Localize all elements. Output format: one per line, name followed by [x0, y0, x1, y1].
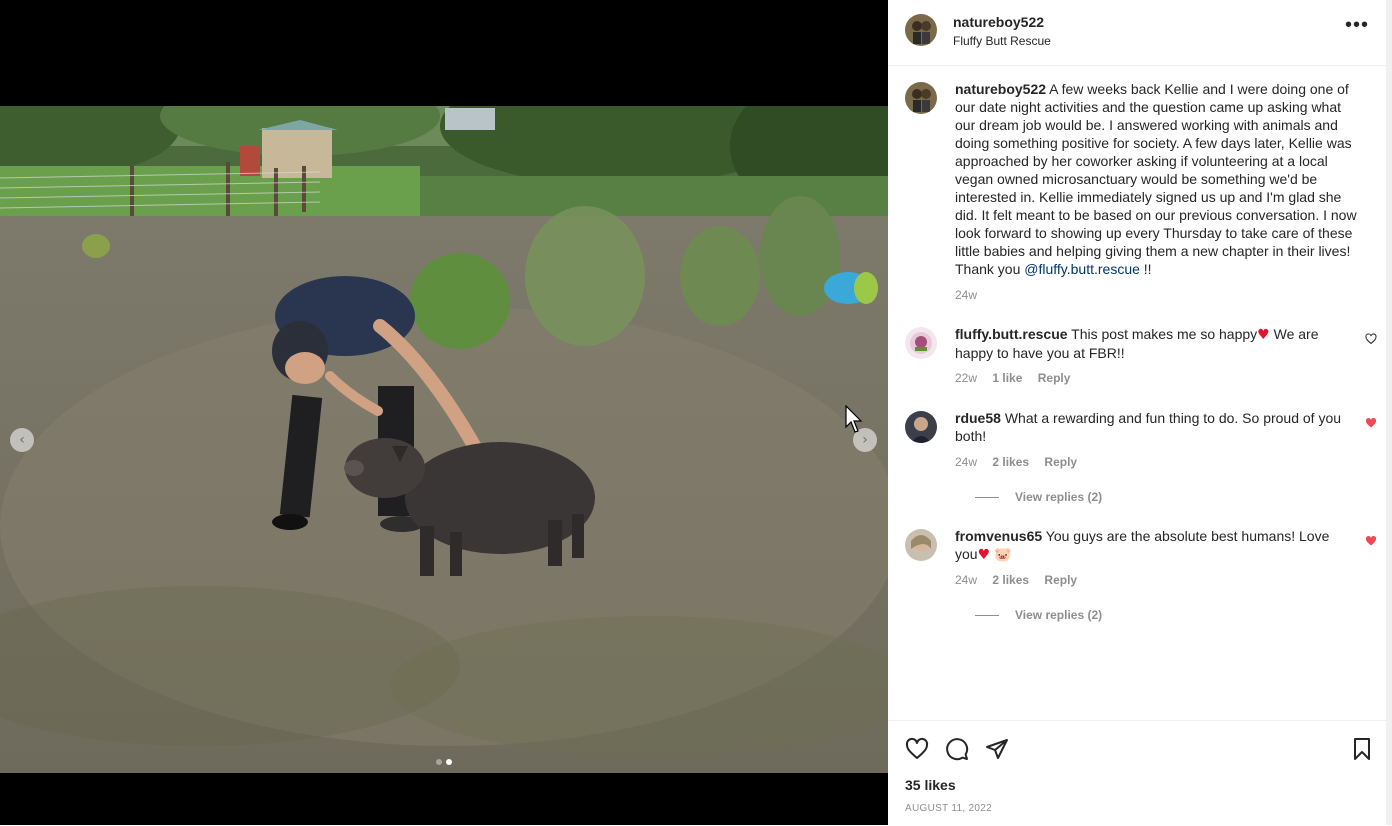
post-location[interactable]: Fluffy Butt Rescue [953, 34, 1051, 48]
comment-time[interactable]: 24w [955, 455, 977, 469]
comment-username[interactable]: fromvenus65 [955, 528, 1042, 544]
comment-username[interactable]: fluffy.butt.rescue [955, 326, 1068, 342]
view-replies-label: View replies (2) [1015, 490, 1103, 504]
comment-likes[interactable]: 2 likes [992, 455, 1029, 469]
divider-line [975, 497, 999, 499]
view-replies-button[interactable]: View replies (2) [975, 608, 1102, 622]
reply-button[interactable]: Reply [1038, 371, 1071, 385]
comment-meta: 22w 1 like Reply [955, 371, 1082, 385]
divider-line [975, 615, 999, 617]
avatar[interactable] [905, 82, 937, 114]
scrollbar[interactable] [1386, 0, 1392, 825]
avatar[interactable] [905, 327, 937, 359]
red-heart-emoji: ♥ [1257, 327, 1270, 343]
post-details-panel: natureboy522 Fluffy Butt Rescue ••• natu… [888, 0, 1392, 825]
heart-icon[interactable] [905, 737, 929, 761]
view-replies-label: View replies (2) [1015, 608, 1103, 622]
comment-liked-heart-icon[interactable] [1365, 535, 1377, 547]
carousel-dot-active [446, 759, 452, 765]
more-options-icon[interactable]: ••• [1345, 14, 1369, 37]
caption-mention[interactable]: @fluffy.butt.rescue [1024, 261, 1140, 277]
caption-time[interactable]: 24w [955, 288, 977, 302]
caption-meta: 24w [955, 288, 989, 302]
avatar[interactable] [905, 14, 937, 46]
comment-body: fluffy.butt.rescue This post makes me so… [955, 325, 1359, 362]
post-author-username[interactable]: natureboy522 [953, 14, 1044, 30]
comment-time[interactable]: 22w [955, 371, 977, 385]
photo-illustration [0, 106, 888, 773]
caption-text: A few weeks back Kellie and I were doing… [955, 81, 1357, 277]
pig-face-emoji: 🐷 [994, 547, 1012, 563]
comment-liked-heart-icon[interactable] [1365, 417, 1377, 429]
comment-meta: 24w 2 likes Reply [955, 573, 1089, 587]
mouse-cursor-icon [845, 405, 863, 433]
comment-likes[interactable]: 2 likes [992, 573, 1029, 587]
reply-button[interactable]: Reply [1044, 455, 1077, 469]
post-actions: 35 likes AUGUST 11, 2022 [888, 720, 1386, 826]
bookmark-icon[interactable] [1350, 737, 1374, 761]
paper-plane-icon[interactable] [985, 737, 1009, 761]
comment-icon[interactable] [945, 737, 969, 761]
carousel-prev-button[interactable]: ‹ [10, 428, 34, 452]
post-photo[interactable] [0, 106, 888, 773]
media-pane: ‹ › [0, 0, 888, 825]
comment-likes[interactable]: 1 like [992, 371, 1022, 385]
comment-body: fromvenus65 You guys are the absolute be… [955, 527, 1359, 564]
carousel-indicator [0, 752, 888, 770]
comment-text: This post makes me so happy [1071, 326, 1258, 342]
comment-time[interactable]: 24w [955, 573, 977, 587]
caption-body: natureboy522 A few weeks back Kellie and… [955, 80, 1363, 278]
view-replies-button[interactable]: View replies (2) [975, 490, 1102, 504]
comment-text: What a rewarding and fun thing to do. So… [955, 410, 1342, 444]
avatar[interactable] [905, 529, 937, 561]
comment-meta: 24w 2 likes Reply [955, 455, 1089, 469]
post-header: natureboy522 Fluffy Butt Rescue ••• [888, 0, 1386, 66]
caption-username[interactable]: natureboy522 [955, 81, 1046, 97]
comment-username[interactable]: rdue58 [955, 410, 1001, 426]
reply-button[interactable]: Reply [1044, 573, 1077, 587]
carousel-dot [436, 759, 442, 765]
post-date[interactable]: AUGUST 11, 2022 [905, 803, 992, 814]
red-heart-emoji: ♥ [977, 547, 991, 563]
caption-suffix: !! [1139, 261, 1152, 277]
avatar[interactable] [905, 411, 937, 443]
comment-like-heart-icon[interactable] [1365, 333, 1377, 345]
comment-body: rdue58 What a rewarding and fun thing to… [955, 409, 1359, 445]
likes-count[interactable]: 35 likes [905, 777, 956, 793]
